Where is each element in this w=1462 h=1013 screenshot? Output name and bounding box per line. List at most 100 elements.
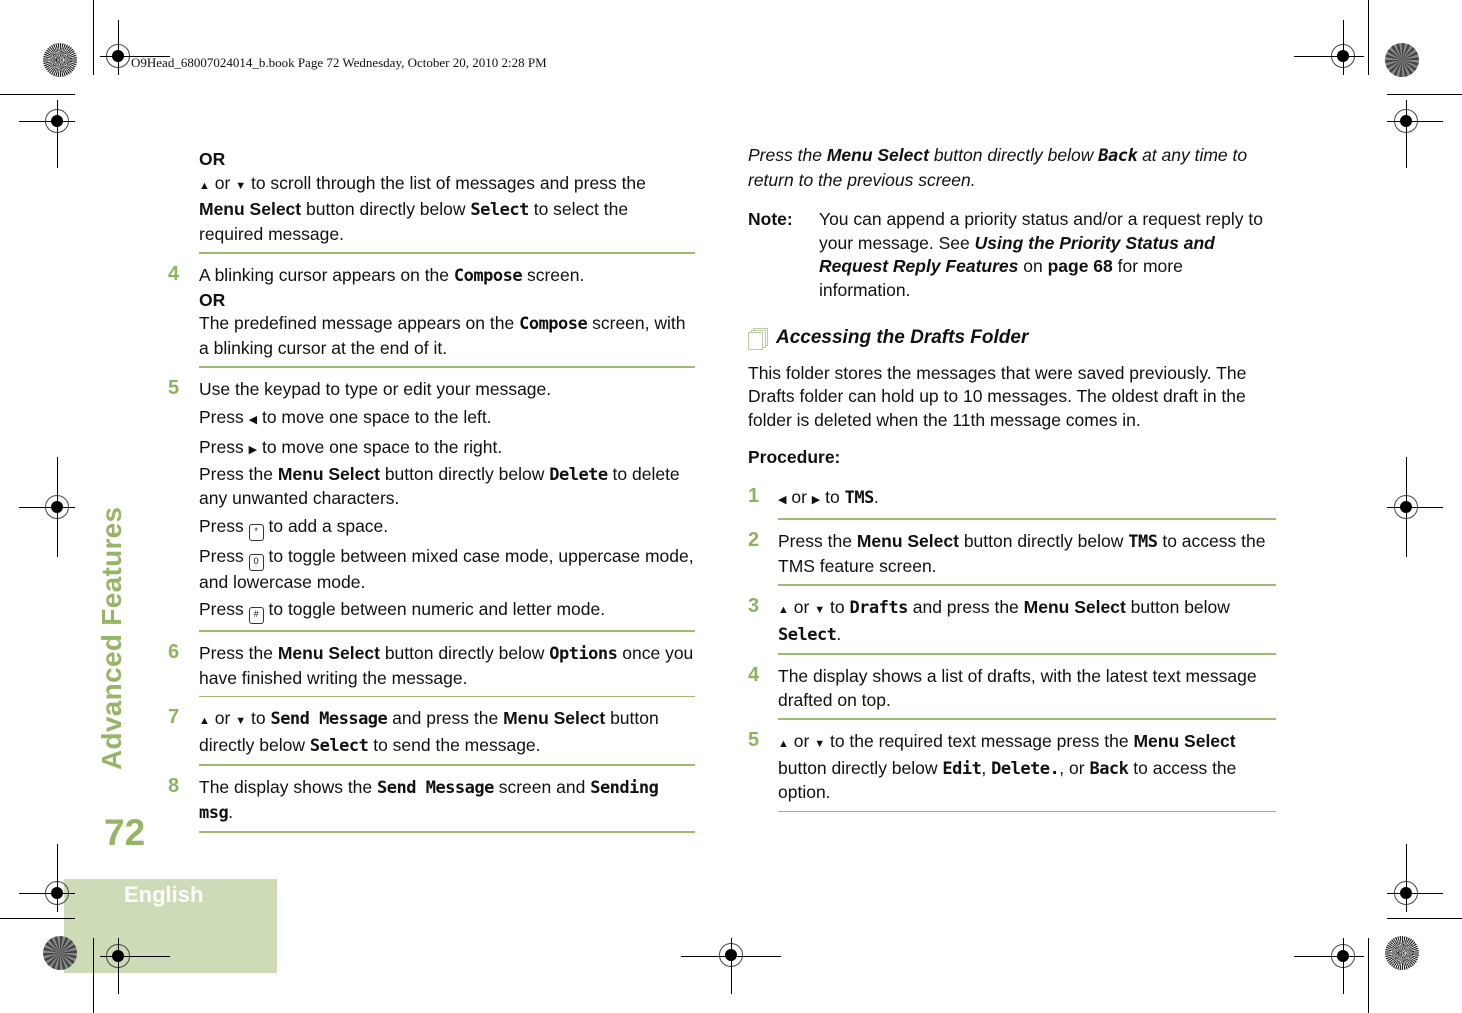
text: to <box>825 486 840 507</box>
step-number: 7 <box>168 706 180 728</box>
step-number: 8 <box>168 775 180 797</box>
left-arrow-icon: ◀ <box>778 493 787 506</box>
pages-icon <box>748 327 768 350</box>
text: . <box>873 486 879 507</box>
text: Press the <box>199 463 273 484</box>
text: to move one space to the left. <box>261 406 492 427</box>
left-arrow-icon: ◀ <box>248 413 258 426</box>
text: on <box>1023 256 1043 276</box>
crop-line <box>1294 956 1364 957</box>
menu-select-label: Menu Select <box>277 643 380 663</box>
line-zero: Press 0 to toggle between mixed case mod… <box>199 545 695 595</box>
text: to <box>250 708 266 728</box>
text: button directly below <box>933 145 1094 165</box>
lcd-delete: Delete. <box>991 758 1060 779</box>
text: to add a space. <box>268 515 389 536</box>
step-number: 2 <box>748 529 760 551</box>
lcd-tms: TMS <box>844 487 875 508</box>
crop-line <box>0 918 75 919</box>
up-arrow-icon: ▲ <box>778 604 789 616</box>
text: or <box>793 731 810 751</box>
text: Press <box>199 406 244 427</box>
text: button directly below <box>384 463 545 484</box>
section-side-title: Advanced Features <box>96 506 127 770</box>
registration-star-icon <box>43 43 77 77</box>
text: button directly below <box>306 199 466 219</box>
note: Note: You can append a priority status a… <box>748 208 1276 302</box>
crop-line <box>731 938 732 994</box>
text: to the required text message press the <box>829 731 1129 751</box>
text: screen and <box>498 777 586 797</box>
lcd-compose: Compose <box>519 314 588 334</box>
text: Press the <box>748 145 822 165</box>
step-8: 8 The display shows the Send Message scr… <box>168 772 695 833</box>
text: to move one space to the right. <box>261 437 503 457</box>
step-6: 6 Press the Menu Select button directly … <box>168 638 695 697</box>
zero-key-icon: 0 <box>248 553 264 571</box>
menu-select-label: Menu Select <box>856 531 959 551</box>
lcd-select: Select <box>778 624 837 645</box>
left-column: OR ▲ or ▼ to scroll through the list of … <box>168 144 695 839</box>
right-column: Press the Menu Select button directly be… <box>748 144 1276 818</box>
text: Press the <box>199 643 273 663</box>
step-5: 5 ▲ or ▼ to the required text message pr… <box>748 726 1276 812</box>
step-4: 4 The display shows a list of drafts, wi… <box>748 661 1276 720</box>
page-number: 72 <box>104 812 146 853</box>
step-number: 1 <box>748 484 760 507</box>
text: to scroll through the list of messages a… <box>250 172 646 193</box>
crop-line <box>93 938 94 1013</box>
text: , <box>981 757 987 778</box>
registration-star-icon <box>43 936 77 970</box>
text: The display shows a list of drafts, with… <box>778 666 1257 710</box>
step-number: 5 <box>168 377 180 399</box>
step-3: 3 ▲ or ▼ to Drafts and press the Menu Se… <box>748 592 1276 655</box>
menu-select-label: Menu Select <box>277 463 380 484</box>
text: A blinking cursor appears on the <box>199 265 450 285</box>
crop-line <box>1368 0 1369 75</box>
text: . <box>228 801 234 822</box>
lcd-send-message: Send Message <box>270 709 388 729</box>
text: Press <box>199 437 244 457</box>
text: to <box>829 597 845 617</box>
crop-line <box>1387 918 1462 919</box>
page-reference-link[interactable]: page 68 <box>1048 256 1113 276</box>
text: to toggle between mixed case mode, upper… <box>199 545 694 592</box>
step-4: 4 A blinking cursor appears on the Compo… <box>168 260 695 368</box>
crop-line <box>57 844 58 912</box>
text: button directly below <box>963 531 1124 551</box>
text: or <box>214 708 231 728</box>
line-star: Press * to add a space. <box>199 515 695 541</box>
text: , or <box>1059 757 1085 778</box>
down-arrow-icon: ▼ <box>814 604 826 616</box>
section-heading: Accessing the Drafts Folder <box>748 326 1276 350</box>
step-number: 4 <box>748 664 760 686</box>
crop-line <box>1387 121 1443 122</box>
language-label: English <box>124 882 204 907</box>
lcd-delete: Delete <box>549 464 608 485</box>
procedure-label: Procedure: <box>748 447 841 467</box>
step-7: 7 ▲ or ▼ to Send Message and press the M… <box>168 703 695 766</box>
text: . <box>836 623 842 644</box>
menu-select-label: Menu Select <box>1133 731 1236 751</box>
hash-key-icon: # <box>248 607 264 624</box>
note-body: You can append a priority status and/or … <box>819 208 1276 302</box>
down-arrow-icon: ▼ <box>235 715 247 727</box>
registration-star-icon <box>1385 43 1419 77</box>
text: button below <box>1130 597 1230 617</box>
crop-line <box>1343 938 1344 994</box>
crop-line <box>1387 893 1443 894</box>
crop-line <box>57 100 58 168</box>
text: to send the message. <box>373 734 541 755</box>
text: and press the <box>912 597 1019 617</box>
step-2: 2 Press the Menu Select button directly … <box>748 526 1276 586</box>
lcd-tms: TMS <box>1128 532 1158 552</box>
crop-line <box>118 938 119 994</box>
crop-line <box>1368 938 1369 1013</box>
step-number: 5 <box>748 729 760 751</box>
crop-line <box>1406 844 1407 912</box>
crop-line <box>1387 507 1443 508</box>
lcd-send-message: Send Message <box>377 778 494 798</box>
lcd-back: Back <box>1089 758 1129 779</box>
text: The predefined message appears on the <box>199 313 515 333</box>
crop-line <box>19 507 75 508</box>
